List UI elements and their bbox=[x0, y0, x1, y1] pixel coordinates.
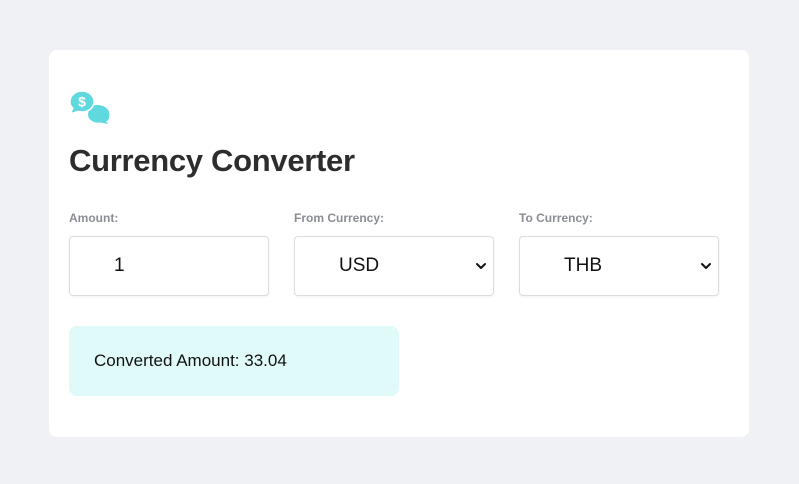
converted-amount-result: Converted Amount: 33.04 bbox=[69, 326, 399, 396]
svg-text:$: $ bbox=[78, 94, 86, 110]
from-currency-label: From Currency: bbox=[294, 211, 385, 225]
amount-label: Amount: bbox=[69, 211, 119, 225]
chevron-down-icon bbox=[701, 263, 711, 269]
to-currency-select[interactable]: THB bbox=[519, 236, 719, 296]
amount-input-value: 1 bbox=[114, 255, 125, 276]
currency-chat-icon: $ bbox=[69, 90, 110, 124]
amount-field-group: Amount: 1 bbox=[69, 210, 269, 296]
to-currency-field-group: To Currency: THB bbox=[519, 210, 719, 296]
from-currency-field-group: From Currency: USD bbox=[294, 210, 494, 296]
converter-card: $ Currency Converter Amount: 1 From Curr… bbox=[49, 50, 749, 437]
from-currency-value: USD bbox=[339, 255, 380, 276]
chevron-down-icon bbox=[476, 263, 486, 269]
to-currency-value: THB bbox=[564, 255, 602, 276]
to-currency-label: To Currency: bbox=[519, 211, 593, 225]
page-title: Currency Converter bbox=[69, 143, 355, 178]
from-currency-select[interactable]: USD bbox=[294, 236, 494, 296]
amount-input[interactable]: 1 bbox=[69, 236, 269, 296]
